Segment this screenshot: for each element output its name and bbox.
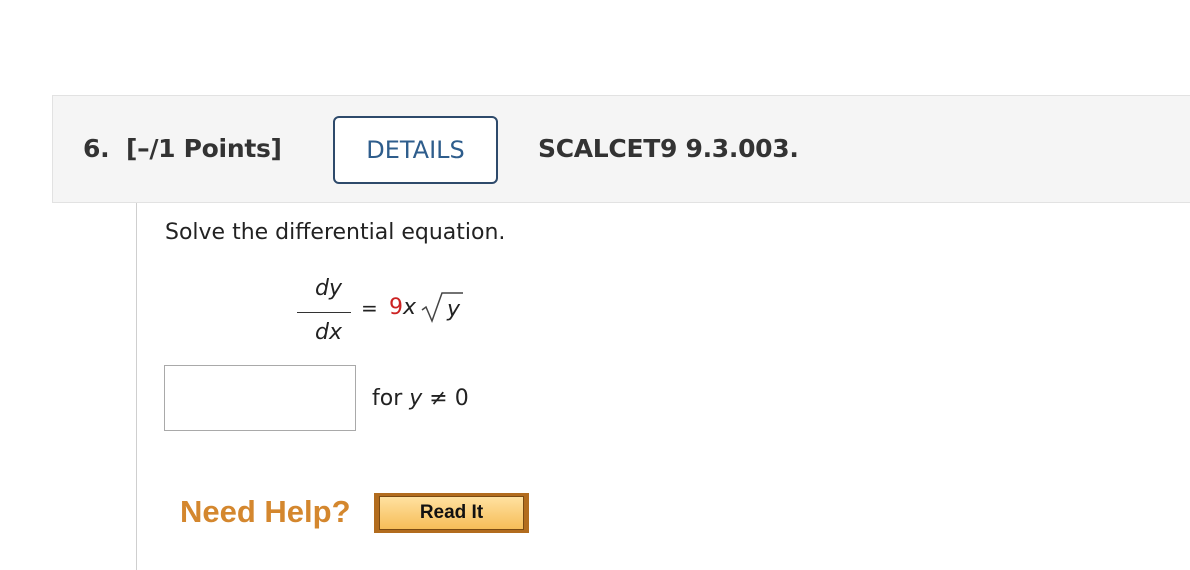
details-button[interactable]: DETAILS	[333, 116, 498, 184]
condition-rest: ≠ 0	[422, 386, 469, 411]
fraction-bar	[297, 312, 351, 313]
question-points: [–/1 Points]	[126, 134, 282, 163]
fraction-numerator: dy	[315, 276, 342, 301]
need-help-label: Need Help?	[180, 494, 351, 529]
fraction-denominator: dx	[315, 320, 342, 345]
equation-coefficient: 9	[389, 295, 403, 320]
question-code: SCALCET9 9.3.003.	[538, 134, 799, 163]
content-left-rule	[136, 203, 137, 570]
read-it-button[interactable]: Read It	[374, 493, 529, 533]
radicand-y: y	[447, 297, 461, 322]
condition-prefix: for	[372, 386, 410, 411]
problem-prompt: Solve the differential equation.	[165, 220, 506, 245]
read-it-label[interactable]: Read It	[379, 496, 524, 530]
answer-input[interactable]	[164, 365, 356, 431]
condition-variable: y	[409, 386, 423, 411]
question-number: 6.	[83, 134, 110, 163]
equals-sign: =	[361, 296, 378, 320]
answer-condition: for y ≠ 0	[372, 386, 469, 411]
equation-x-variable: x	[403, 295, 417, 320]
question-header: 6. [–/1 Points] DETAILS SCALCET9 9.3.003…	[52, 95, 1190, 203]
